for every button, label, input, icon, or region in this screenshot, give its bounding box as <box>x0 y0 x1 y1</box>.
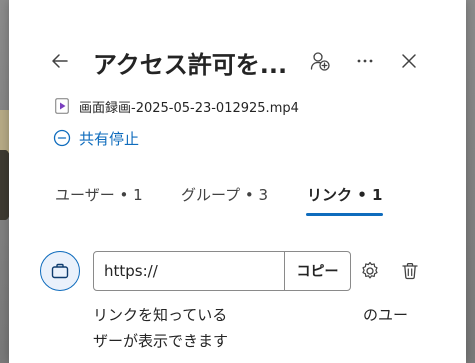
copy-link-button[interactable]: コピー <box>284 252 350 290</box>
gear-icon <box>362 261 378 279</box>
access-tabs: ユーザー • 1 グループ • 3 リンク • 1 <box>9 178 466 218</box>
stop-sharing-link[interactable]: 共有停止 <box>53 127 139 149</box>
tab-users[interactable]: ユーザー • 1 <box>55 184 143 205</box>
trash-icon <box>402 262 418 280</box>
manage-access-panel: アクセス許可を... 画面録画-2025-05-23-012925.mp4 共有… <box>9 0 466 363</box>
person-add-icon <box>310 52 330 71</box>
stop-sharing-label: 共有停止 <box>79 129 140 148</box>
link-field: コピー <box>93 251 351 291</box>
panel-header: アクセス許可を... <box>9 40 466 84</box>
delete-link-button[interactable] <box>397 258 423 284</box>
tab-groups[interactable]: グループ • 3 <box>181 184 268 205</box>
more-options-button[interactable] <box>352 48 378 74</box>
link-description-line1: リンクを知っている <box>93 306 228 324</box>
minus-circle-icon <box>53 129 71 147</box>
briefcase-icon <box>51 263 69 279</box>
arrow-left-icon <box>52 54 68 68</box>
close-icon <box>402 54 416 68</box>
panel-title: アクセス許可を... <box>93 51 288 79</box>
video-file-icon <box>55 98 69 114</box>
link-description-line1-tail: のユー <box>363 306 409 324</box>
active-tab-indicator <box>306 213 383 216</box>
file-info: 画面録画-2025-05-23-012925.mp4 <box>55 96 299 116</box>
add-people-button[interactable] <box>307 48 333 74</box>
close-button[interactable] <box>396 48 422 74</box>
link-description-line2: ザーが表示できます <box>93 332 229 350</box>
file-name: 画面録画-2025-05-23-012925.mp4 <box>79 100 299 116</box>
tab-links[interactable]: リンク • 1 <box>307 184 382 205</box>
link-url-input[interactable] <box>94 252 284 290</box>
link-type-badge <box>40 251 80 291</box>
link-settings-button[interactable] <box>357 258 383 284</box>
more-horizontal-icon <box>357 59 373 63</box>
back-button[interactable] <box>47 48 73 74</box>
